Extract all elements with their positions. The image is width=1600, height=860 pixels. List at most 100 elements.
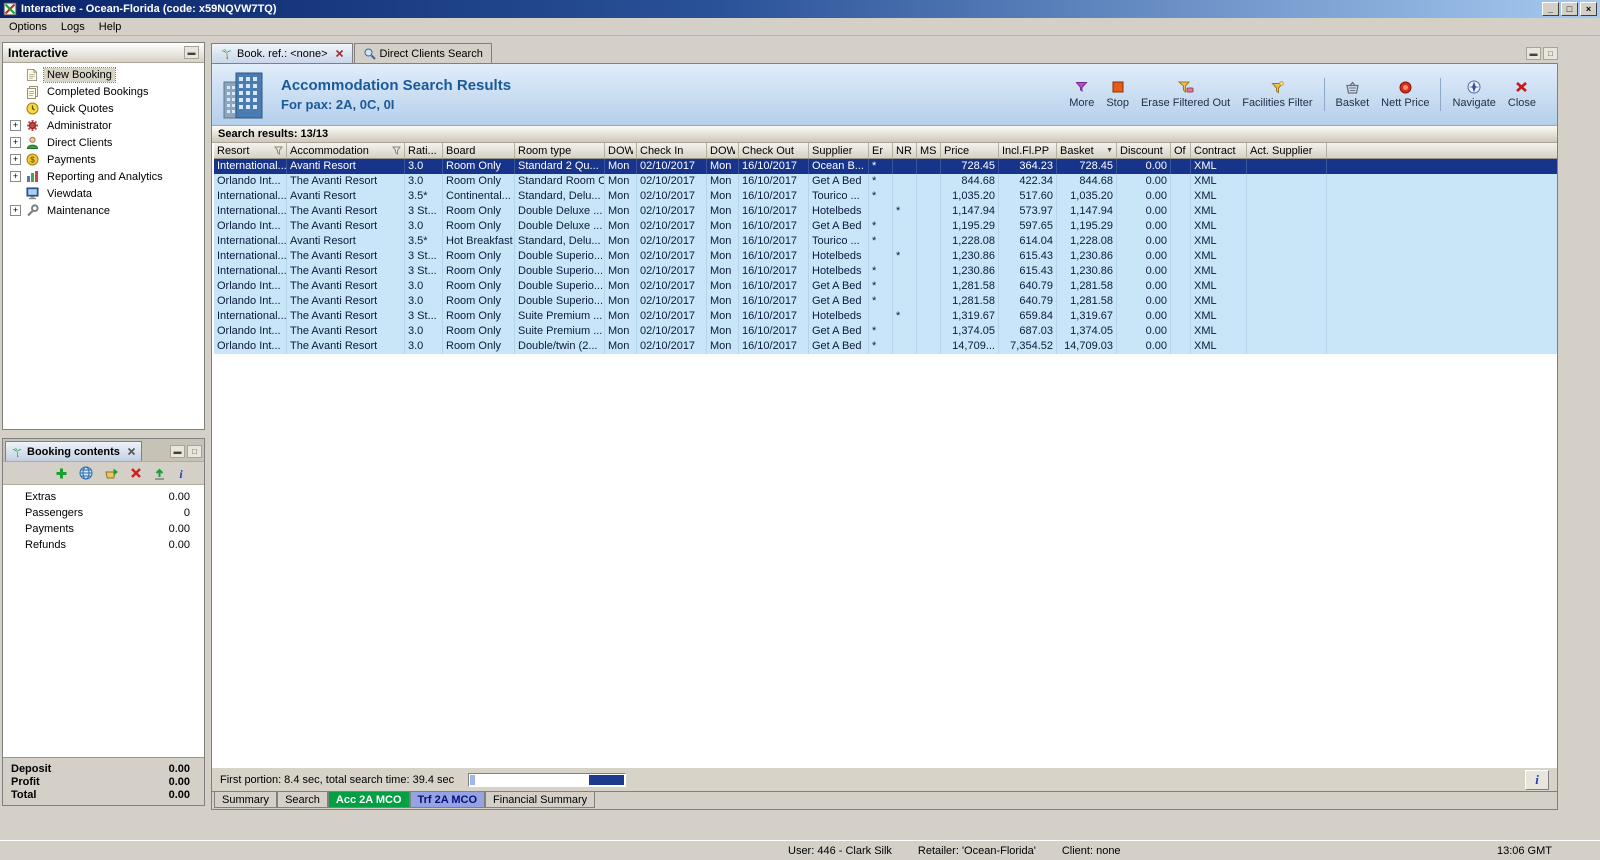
menu-options[interactable]: Options xyxy=(2,20,54,34)
send-to-basket-button[interactable] xyxy=(104,467,119,480)
expand-icon[interactable]: + xyxy=(10,205,21,216)
column-header-rati[interactable]: Rati... xyxy=(405,143,443,158)
sidebar-item-completed-bookings[interactable]: Completed Bookings xyxy=(3,83,204,100)
result-row[interactable]: International...Avanti Resort3.5*Contine… xyxy=(214,189,1557,204)
column-header-board[interactable]: Board xyxy=(443,143,515,158)
statusbar-client: Client: none xyxy=(1062,845,1121,857)
expand-icon[interactable]: + xyxy=(10,137,21,148)
nett-price-button[interactable]: Nett Price xyxy=(1375,78,1435,111)
maximize-booking-panel-icon[interactable]: □ xyxy=(187,445,202,458)
column-header-er[interactable]: Er xyxy=(869,143,893,158)
cell-incl-fl-pp: 640.79 xyxy=(999,294,1057,309)
column-header-of[interactable]: Of xyxy=(1171,143,1191,158)
result-row[interactable]: International...The Avanti Resort3 St...… xyxy=(214,249,1557,264)
toolbar-button-label: Stop xyxy=(1106,97,1129,109)
booking-row-refunds[interactable]: Refunds0.00 xyxy=(3,537,204,553)
column-header-ms[interactable]: MS xyxy=(917,143,941,158)
result-row[interactable]: International...The Avanti Resort3 St...… xyxy=(214,204,1557,219)
column-header-discount[interactable]: Discount xyxy=(1117,143,1171,158)
expand-icon[interactable]: + xyxy=(10,171,21,182)
result-row[interactable]: Orlando Int...The Avanti Resort3.0Room O… xyxy=(214,219,1557,234)
sidebar-item-direct-clients[interactable]: +Direct Clients xyxy=(3,134,204,151)
result-row[interactable]: International...Avanti Resort3.5*Hot Bre… xyxy=(214,234,1557,249)
column-header-act-supplier[interactable]: Act. Supplier xyxy=(1247,143,1327,158)
booking-row-passengers[interactable]: Passengers0 xyxy=(3,505,204,521)
result-row[interactable]: Orlando Int...The Avanti Resort3.0Room O… xyxy=(214,339,1557,354)
booking-contents-title: Booking contents xyxy=(27,446,120,458)
column-header-dow[interactable]: DOW xyxy=(707,143,739,158)
erase-filtered-out-button[interactable]: Erase Filtered Out xyxy=(1135,78,1236,111)
result-row[interactable]: International...Avanti Resort3.0Room Onl… xyxy=(214,159,1557,174)
column-header-price[interactable]: Price xyxy=(941,143,999,158)
maximize-button[interactable]: □ xyxy=(1561,2,1578,16)
info-button[interactable]: i xyxy=(177,467,185,480)
cell-price: 1,281.58 xyxy=(941,279,999,294)
close-booking-panel-icon[interactable] xyxy=(127,447,136,456)
result-row[interactable]: Orlando Int...The Avanti Resort3.0Room O… xyxy=(214,174,1557,189)
booking-row-payments[interactable]: Payments0.00 xyxy=(3,521,204,537)
cell-ms xyxy=(917,219,941,234)
booking-contents-tab[interactable]: Booking contents xyxy=(5,441,142,461)
column-header-incl-fl-pp[interactable]: Incl.Fl.PP xyxy=(999,143,1057,158)
delete-button[interactable] xyxy=(130,467,142,479)
sidebar-item-reporting-and-analytics[interactable]: +Reporting and Analytics xyxy=(3,168,204,185)
column-header-supplier[interactable]: Supplier xyxy=(809,143,869,158)
info-button[interactable]: i xyxy=(1525,770,1549,790)
bottom-tab-financial-summary[interactable]: Financial Summary xyxy=(485,792,595,808)
sidebar-item-new-booking[interactable]: New Booking xyxy=(3,66,204,83)
close-button[interactable]: Close xyxy=(1502,78,1542,111)
result-row[interactable]: International...The Avanti Resort3 St...… xyxy=(214,264,1557,279)
result-row[interactable]: Orlando Int...The Avanti Resort3.0Room O… xyxy=(214,294,1557,309)
sidebar-item-viewdata[interactable]: Viewdata xyxy=(3,185,204,202)
more-button[interactable]: More xyxy=(1063,78,1100,111)
cell-check-out: 16/10/2017 xyxy=(739,204,809,219)
tab-close-icon[interactable] xyxy=(335,49,344,58)
sidebar-item-payments[interactable]: +$Payments xyxy=(3,151,204,168)
column-header-contract[interactable]: Contract xyxy=(1191,143,1247,158)
main-tabbar: Book. ref.: <none>Direct Clients Search … xyxy=(211,42,1558,63)
result-row[interactable]: International...The Avanti Resort3 St...… xyxy=(214,309,1557,324)
tab-book-ref-none[interactable]: Book. ref.: <none> xyxy=(211,43,353,63)
column-header-accommodation[interactable]: Accommodation xyxy=(287,143,405,158)
maximize-view-icon[interactable]: □ xyxy=(1543,47,1558,60)
export-button[interactable] xyxy=(153,467,166,480)
bottom-tab-trf-2a-mco[interactable]: Trf 2A MCO xyxy=(410,792,486,808)
cell-contract: XML xyxy=(1191,294,1247,309)
collapse-panel-icon[interactable]: ▬ xyxy=(184,46,199,59)
bottom-tab-search[interactable]: Search xyxy=(277,792,328,808)
booking-row-extras[interactable]: Extras0.00 xyxy=(3,489,204,505)
column-header-room-type[interactable]: Room type xyxy=(515,143,605,158)
column-header-resort[interactable]: Resort xyxy=(214,143,287,158)
globe-button[interactable] xyxy=(79,466,93,480)
tab-direct-clients-search[interactable]: Direct Clients Search xyxy=(354,43,492,63)
expand-icon[interactable]: + xyxy=(10,120,21,131)
sidebar-item-administrator[interactable]: +Administrator xyxy=(3,117,204,134)
expand-icon[interactable]: + xyxy=(10,154,21,165)
stop-button[interactable]: Stop xyxy=(1100,78,1135,111)
add-button[interactable] xyxy=(55,467,68,480)
column-header-nr[interactable]: NR xyxy=(893,143,917,158)
menu-logs[interactable]: Logs xyxy=(54,20,92,34)
result-row[interactable]: Orlando Int...The Avanti Resort3.0Room O… xyxy=(214,324,1557,339)
navigate-button[interactable]: Navigate xyxy=(1446,78,1501,111)
cell-room-type: Suite Premium ... xyxy=(515,324,605,339)
facilities-filter-button[interactable]: Facilities Filter xyxy=(1236,78,1318,111)
minimize-booking-panel-icon[interactable]: ▬ xyxy=(170,445,185,458)
close-window-button[interactable]: × xyxy=(1580,2,1597,16)
column-header-check-in[interactable]: Check In xyxy=(637,143,707,158)
sidebar-item-quick-quotes[interactable]: Quick Quotes xyxy=(3,100,204,117)
bottom-tab-summary[interactable]: Summary xyxy=(214,792,277,808)
cell-dow: Mon xyxy=(605,249,637,264)
result-row[interactable]: Orlando Int...The Avanti Resort3.0Room O… xyxy=(214,279,1557,294)
minimize-view-icon[interactable]: ▬ xyxy=(1526,47,1541,60)
column-header-basket[interactable]: Basket▼ xyxy=(1057,143,1117,158)
menu-help[interactable]: Help xyxy=(92,20,129,34)
column-header-dow[interactable]: DOW xyxy=(605,143,637,158)
sidebar-item-maintenance[interactable]: +Maintenance xyxy=(3,202,204,219)
bottom-tabs: SummarySearchAcc 2A MCOTrf 2A MCOFinanci… xyxy=(212,791,1557,809)
minimize-button[interactable]: _ xyxy=(1542,2,1559,16)
cell-check-out: 16/10/2017 xyxy=(739,309,809,324)
column-header-check-out[interactable]: Check Out xyxy=(739,143,809,158)
basket-button[interactable]: Basket xyxy=(1330,78,1376,111)
bottom-tab-acc-2a-mco[interactable]: Acc 2A MCO xyxy=(328,792,410,808)
